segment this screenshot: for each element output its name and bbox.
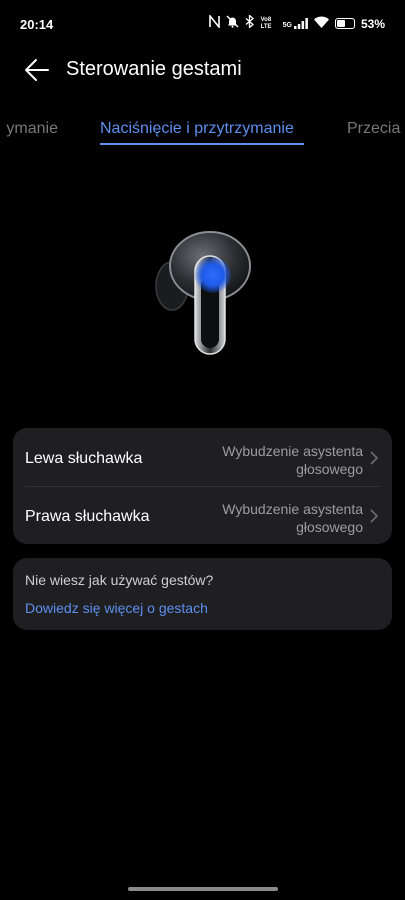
setting-value-left-earbud: Wybudzenie asystenta głosowego (222, 443, 363, 477)
network-type-label: 5G (282, 22, 292, 29)
volte-icon: Vo8 LTE (260, 16, 272, 30)
tab-next[interactable]: Przecia (347, 120, 400, 138)
tab-press-and-hold[interactable]: Naciśnięcie i przytrzymanie (100, 120, 294, 138)
bluetooth-icon (245, 14, 255, 32)
tab-previous[interactable]: ymanie (6, 120, 58, 138)
battery-text: 53% (360, 16, 385, 31)
setting-label-left-earbud: Lewa słuchawka (25, 450, 143, 467)
setting-row-right-earbud[interactable]: Prawa słuchawka Wybudzenie asystenta gło… (13, 486, 392, 544)
gesture-tabs: ymanie Naciśnięcie i przytrzymanie Przec… (0, 110, 405, 150)
status-bar: 20:14 Vo8 LTE 5G 53% (0, 0, 405, 50)
chevron-right-icon (370, 509, 379, 523)
setting-value-right-earbud: Wybudzenie asystenta głosowego (222, 501, 363, 535)
battery-icon (334, 18, 355, 29)
status-time: 20:14 (20, 17, 54, 32)
help-question: Nie wiesz jak używać gestów? (25, 572, 214, 588)
earbud-settings-card: Lewa słuchawka Wybudzenie asystenta głos… (13, 428, 392, 544)
chevron-right-icon (370, 451, 379, 465)
status-icons: Vo8 LTE 5G 53% (208, 13, 385, 32)
page-title: Sterowanie gestami (66, 58, 242, 80)
earbud-illustration (155, 231, 251, 355)
setting-row-left-earbud[interactable]: Lewa słuchawka Wybudzenie asystenta głos… (13, 428, 392, 486)
mute-icon (226, 15, 239, 32)
nfc-icon (208, 13, 220, 32)
battery-fill (336, 20, 345, 27)
arrow-left-icon (25, 59, 49, 81)
setting-label-right-earbud: Prawa słuchawka (25, 508, 150, 525)
tab-active-indicator (100, 143, 304, 145)
home-indicator[interactable] (128, 887, 278, 891)
gesture-help-card: Nie wiesz jak używać gestów? Dowiedz się… (13, 558, 392, 630)
wifi-icon (313, 16, 329, 32)
back-button[interactable] (22, 56, 52, 84)
5g-signal-icon: 5G (283, 18, 308, 29)
app-bar: Sterowanie gestami (0, 50, 405, 90)
learn-more-gestures-link[interactable]: Dowiedz się więcej o gestach (25, 600, 208, 616)
